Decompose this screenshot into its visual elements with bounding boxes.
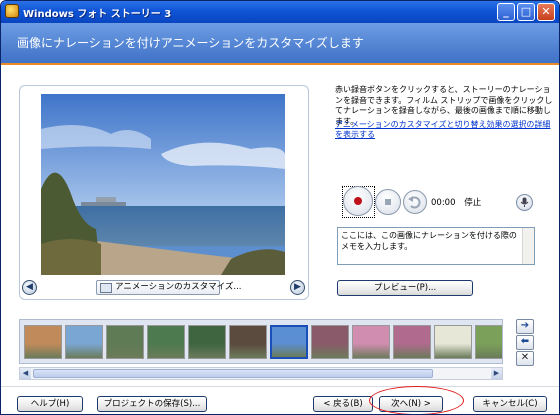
maximize-button[interactable]: □ [517, 3, 535, 21]
recording-time: 00:00 停止 [431, 196, 481, 208]
highlight-ellipse [369, 386, 464, 414]
customize-animation-icon [100, 283, 112, 293]
preview-button[interactable]: プレビュー(P)... [337, 280, 473, 296]
scroll-right-icon[interactable]: ▶ [491, 368, 502, 379]
record-icon [354, 197, 362, 205]
cancel-button[interactable]: キャンセル(C) [473, 396, 547, 412]
filmstrip-scrollbar[interactable]: ◀ ▶ [19, 367, 503, 380]
back-button[interactable]: < 戻る(B) [313, 396, 373, 412]
filmstrip-thumb[interactable] [147, 325, 185, 359]
photo-story-app-icon [5, 4, 19, 18]
minimize-button[interactable]: _ [497, 3, 515, 21]
footer-separator [1, 386, 559, 387]
time-value: 00:00 [431, 198, 456, 208]
stop-button[interactable] [375, 189, 401, 215]
narration-scrollbar[interactable] [522, 228, 534, 264]
remove-image-button[interactable]: ✕ [516, 351, 534, 366]
microphone-settings-button[interactable] [516, 194, 533, 211]
scroll-left-icon[interactable]: ◀ [20, 368, 31, 379]
main-window: Windows フォト ストーリー 3 _ □ ✕ 画像にナレーションを付けアニ… [0, 0, 560, 415]
previous-image-button[interactable]: ◀ [22, 280, 37, 295]
filmstrip-thumb[interactable] [24, 325, 62, 359]
filmstrip-thumb[interactable] [106, 325, 144, 359]
scrollbar-thumb[interactable] [33, 369, 433, 378]
narration-notes-textarea[interactable]: ここには、この画像にナレーションを付ける際のメモを入力します。 [337, 227, 535, 265]
move-right-button[interactable]: ➔ [516, 319, 534, 334]
save-project-button[interactable]: プロジェクトの保存(S)... [97, 396, 207, 412]
help-button[interactable]: ヘルプ(H) [17, 396, 83, 412]
beach-photo-icon [41, 94, 285, 275]
filmstrip-thumb[interactable] [434, 325, 472, 359]
filmstrip-thumb[interactable] [229, 325, 267, 359]
narration-notes-text: ここには、この画像にナレーションを付ける際のメモを入力します。 [341, 231, 517, 251]
details-link[interactable]: アニメーションのカスタマイズと切り替え効果の選択の詳細を表示する [335, 120, 553, 140]
recording-status: 停止 [464, 198, 482, 208]
filmstrip-thumb-selected[interactable] [270, 325, 308, 359]
filmstrip-thumb[interactable] [65, 325, 103, 359]
filmstrip[interactable] [19, 319, 503, 364]
undo-button[interactable] [403, 190, 427, 214]
title-bar: Windows フォト ストーリー 3 _ □ ✕ [1, 1, 559, 23]
customize-animation-label: アニメーションのカスタマイズ... [115, 282, 242, 292]
filmstrip-thumb[interactable] [188, 325, 226, 359]
customize-animation-button[interactable]: アニメーションのカスタマイズ... [96, 280, 242, 295]
undo-icon [408, 196, 421, 209]
next-image-button[interactable]: ▶ [290, 280, 305, 295]
page-title: 画像にナレーションを付けアニメーションをカスタマイズします [17, 36, 364, 50]
window-title: Windows フォト ストーリー 3 [23, 9, 172, 20]
move-left-button[interactable]: ⬅ [516, 335, 534, 350]
stop-icon [385, 199, 391, 205]
filmstrip-thumb[interactable] [311, 325, 349, 359]
preview-image [41, 94, 285, 275]
wizard-header: 画像にナレーションを付けアニメーションをカスタマイズします [1, 23, 559, 65]
close-button[interactable]: ✕ [537, 3, 555, 21]
record-button[interactable] [343, 186, 373, 216]
microphone-icon [520, 197, 529, 207]
filmstrip-thumb[interactable] [475, 325, 502, 359]
filmstrip-thumb[interactable] [393, 325, 431, 359]
filmstrip-thumb[interactable] [352, 325, 390, 359]
